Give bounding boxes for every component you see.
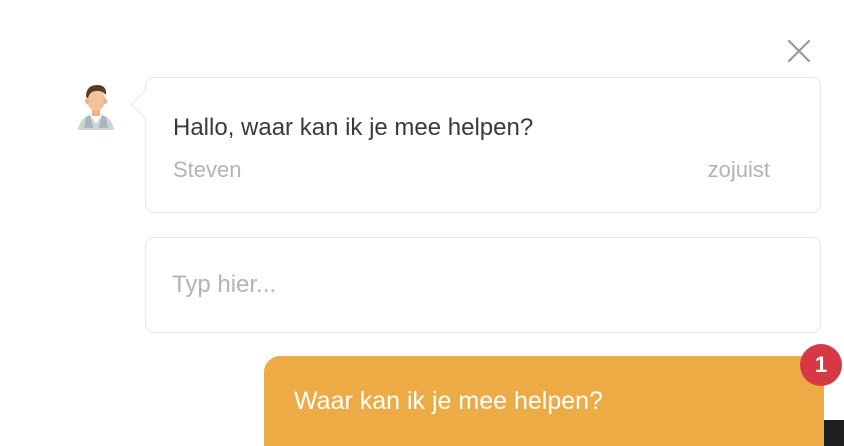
agent-message-bubble: Hallo, waar kan ik je mee helpen? Steven… xyxy=(130,77,821,213)
message-input[interactable] xyxy=(172,268,772,302)
window-edge xyxy=(824,420,844,446)
message-text: Hallo, waar kan ik je mee helpen? xyxy=(173,114,534,141)
launcher-label: Waar kan ik je mee helpen? xyxy=(294,387,603,415)
close-icon xyxy=(787,39,811,63)
unread-count-badge: 1 xyxy=(800,344,842,386)
close-button[interactable] xyxy=(784,36,814,66)
chat-widget: Hallo, waar kan ik je mee helpen? Steven… xyxy=(0,0,844,446)
message-timestamp: zojuist xyxy=(707,157,770,182)
message-input-container[interactable] xyxy=(145,237,821,333)
message-author: Steven xyxy=(173,157,242,182)
chat-launcher-button[interactable]: Waar kan ik je mee helpen? xyxy=(264,356,824,446)
agent-avatar xyxy=(74,80,118,132)
bubble-tail xyxy=(130,89,161,120)
